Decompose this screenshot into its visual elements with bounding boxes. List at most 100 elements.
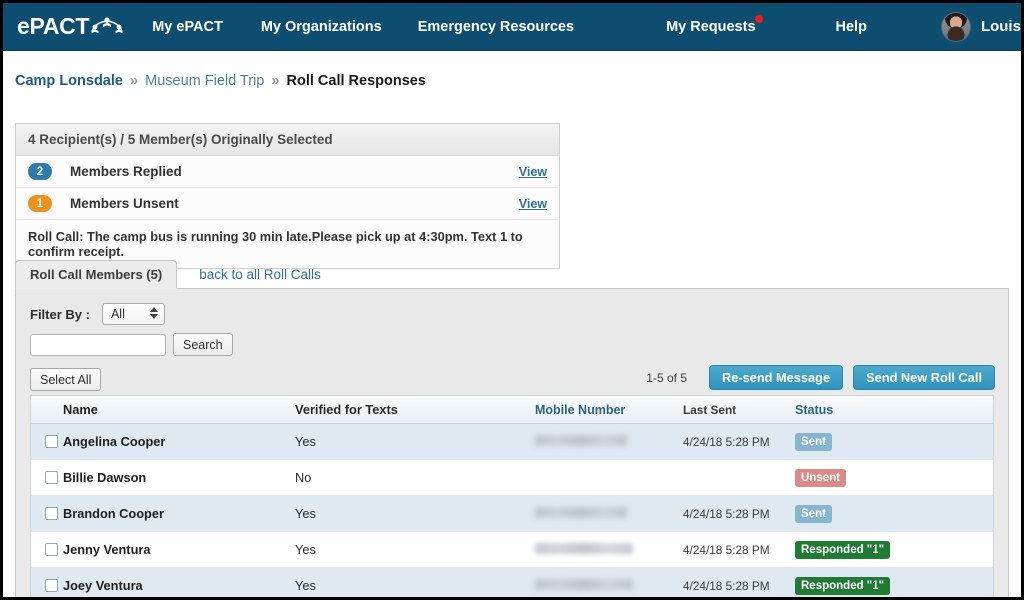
breadcrumb-event[interactable]: Museum Field Trip bbox=[145, 73, 264, 89]
send-new-roll-call-button[interactable]: Send New Roll Call bbox=[853, 365, 995, 390]
resend-message-button[interactable]: Re-send Message bbox=[708, 365, 844, 390]
nav-my-organizations[interactable]: My Organizations bbox=[261, 19, 382, 35]
nav-my-requests-label: My Requests bbox=[666, 18, 756, 35]
nav-emergency-resources[interactable]: Emergency Resources bbox=[418, 19, 574, 35]
cell-member-name: Jenny Ventura bbox=[63, 542, 151, 557]
search-button[interactable]: Search bbox=[173, 333, 233, 356]
summary-header: 4 Recipient(s) / 5 Member(s) Originally … bbox=[16, 124, 559, 156]
cell-last-sent: 4/24/18 5:28 PM bbox=[683, 506, 770, 521]
user-menu[interactable]: Louis bbox=[940, 11, 1021, 42]
table-row[interactable]: Joey Ventura Yes 4/24/18 5:28 PM Responded … bbox=[31, 568, 993, 597]
user-name: Louis bbox=[980, 18, 1021, 35]
row-checkbox-cell bbox=[31, 507, 63, 520]
search-row: Search bbox=[16, 325, 1008, 356]
status-badge: Responded "1" bbox=[795, 540, 891, 560]
members-unsent-label: Members Unsent bbox=[70, 196, 179, 211]
filter-by-select[interactable]: All bbox=[101, 303, 165, 325]
members-panel: Filter By : All Search Select All 1-5 of… bbox=[15, 289, 1009, 597]
column-header-last-sent[interactable]: Last Sent bbox=[683, 403, 795, 417]
cell-status: Responded "1" bbox=[795, 540, 993, 560]
cell-last-sent: 4/24/18 5:28 PM bbox=[683, 434, 770, 449]
cell-member-name: Joey Ventura bbox=[63, 578, 143, 593]
table-row[interactable]: Jenny Ventura Yes 4/24/18 5:28 PM Responded… bbox=[31, 532, 993, 568]
cell-member-name: Angelina Cooper bbox=[63, 434, 166, 449]
summary-row-members-unsent: 1 Members Unsent View bbox=[16, 188, 559, 220]
breadcrumb-current: Roll Call Responses bbox=[286, 73, 426, 89]
breadcrumb-separator-2: » bbox=[271, 73, 280, 89]
people-arc-icon bbox=[90, 15, 124, 40]
filter-row: Filter By : All bbox=[16, 289, 1008, 325]
breadcrumb-org[interactable]: Camp Lonsdale bbox=[15, 73, 123, 89]
cell-verified-for-texts: Yes bbox=[295, 434, 316, 449]
top-navigation-bar: ePACT My ePACT My Organizations Emergenc… bbox=[3, 3, 1021, 51]
nav-help[interactable]: Help bbox=[836, 19, 867, 35]
cell-status: Unsent bbox=[795, 468, 993, 488]
redacted-mobile-number bbox=[535, 542, 633, 554]
cell-mobile-number bbox=[535, 433, 683, 451]
row-checkbox[interactable] bbox=[45, 471, 58, 484]
cell-mobile-number bbox=[535, 577, 683, 595]
row-checkbox[interactable] bbox=[45, 543, 58, 556]
row-checkbox[interactable] bbox=[45, 579, 58, 592]
breadcrumb-separator-1: » bbox=[130, 73, 139, 89]
view-members-unsent-link[interactable]: View bbox=[519, 197, 547, 211]
table-row[interactable]: Brandon Cooper Yes 4/24/18 5:28 PM Sent bbox=[31, 496, 993, 532]
app-window: ePACT My ePACT My Organizations Emergenc… bbox=[0, 0, 1024, 600]
pagination-count: 1-5 of 5 bbox=[646, 370, 687, 385]
table-header-row: Name Verified for Texts Mobile Number La… bbox=[31, 396, 993, 424]
cell-status: Sent bbox=[795, 432, 993, 452]
filter-by-selected-value: All bbox=[110, 307, 125, 321]
cell-member-name: Billie Dawson bbox=[63, 470, 147, 485]
members-replied-label: Members Replied bbox=[70, 164, 182, 179]
row-checkbox-cell bbox=[31, 543, 63, 556]
redacted-mobile-number bbox=[535, 578, 633, 590]
row-checkbox[interactable] bbox=[45, 507, 58, 520]
cell-verified-for-texts: Yes bbox=[295, 542, 316, 557]
cell-verified-for-texts: Yes bbox=[295, 578, 316, 593]
status-badge: Sent bbox=[795, 504, 832, 524]
members-unsent-count-badge: 1 bbox=[28, 195, 52, 212]
back-to-all-roll-calls-link[interactable]: back to all Roll Calls bbox=[185, 261, 335, 288]
cell-mobile-number bbox=[535, 505, 683, 523]
column-header-name[interactable]: Name bbox=[63, 402, 295, 417]
avatar bbox=[940, 11, 971, 42]
tab-roll-call-members[interactable]: Roll Call Members (5) bbox=[15, 260, 178, 289]
nav-my-epact[interactable]: My ePACT bbox=[152, 19, 223, 35]
status-badge: Unsent bbox=[795, 468, 846, 488]
stepper-arrows-icon bbox=[149, 307, 158, 319]
redacted-mobile-number bbox=[535, 506, 627, 518]
table-row[interactable]: Angelina Cooper Yes 4/24/18 5:28 PM Sent bbox=[31, 424, 993, 460]
row-checkbox[interactable] bbox=[45, 435, 58, 448]
column-header-status[interactable]: Status bbox=[795, 403, 993, 417]
members-replied-count-badge: 2 bbox=[28, 163, 52, 180]
row-checkbox-cell bbox=[31, 435, 63, 448]
members-table: Name Verified for Texts Mobile Number La… bbox=[30, 395, 994, 597]
cell-last-sent: 4/24/18 5:28 PM bbox=[683, 542, 770, 557]
table-actions: 1-5 of 5 Re-send Message Send New Roll C… bbox=[646, 365, 995, 390]
filter-by-label: Filter By : bbox=[30, 306, 90, 322]
summary-row-members-replied: 2 Members Replied View bbox=[16, 156, 559, 188]
select-all-button[interactable]: Select All bbox=[30, 368, 102, 391]
cell-mobile-number bbox=[535, 541, 683, 559]
view-members-replied-link[interactable]: View bbox=[519, 165, 547, 179]
row-checkbox-cell bbox=[31, 579, 63, 592]
logo-text: ePACT bbox=[17, 13, 90, 39]
row-checkbox-cell bbox=[31, 471, 63, 484]
tab-bar: Roll Call Members (5) back to all Roll C… bbox=[15, 259, 1009, 289]
nav-links: My ePACT My Organizations Emergency Reso… bbox=[124, 14, 867, 35]
cell-status: Sent bbox=[795, 504, 993, 524]
table-body: Angelina Cooper Yes 4/24/18 5:28 PM Sent Bil… bbox=[31, 424, 993, 597]
breadcrumb: Camp Lonsdale » Museum Field Trip » Roll… bbox=[3, 51, 1021, 89]
search-input[interactable] bbox=[30, 333, 166, 356]
column-header-mobile[interactable]: Mobile Number bbox=[535, 403, 683, 417]
cell-status: Responded "1" bbox=[795, 576, 993, 596]
status-badge: Sent bbox=[795, 432, 832, 452]
table-row[interactable]: Billie Dawson No Unsent bbox=[31, 460, 993, 496]
epact-logo[interactable]: ePACT bbox=[17, 13, 124, 40]
cell-verified-for-texts: Yes bbox=[295, 506, 316, 521]
column-header-verified[interactable]: Verified for Texts bbox=[295, 402, 535, 417]
nav-my-requests[interactable]: My Requests bbox=[666, 14, 763, 35]
status-badge: Responded "1" bbox=[795, 576, 891, 596]
cell-member-name: Brandon Cooper bbox=[63, 506, 164, 521]
notification-dot-icon bbox=[754, 14, 763, 23]
